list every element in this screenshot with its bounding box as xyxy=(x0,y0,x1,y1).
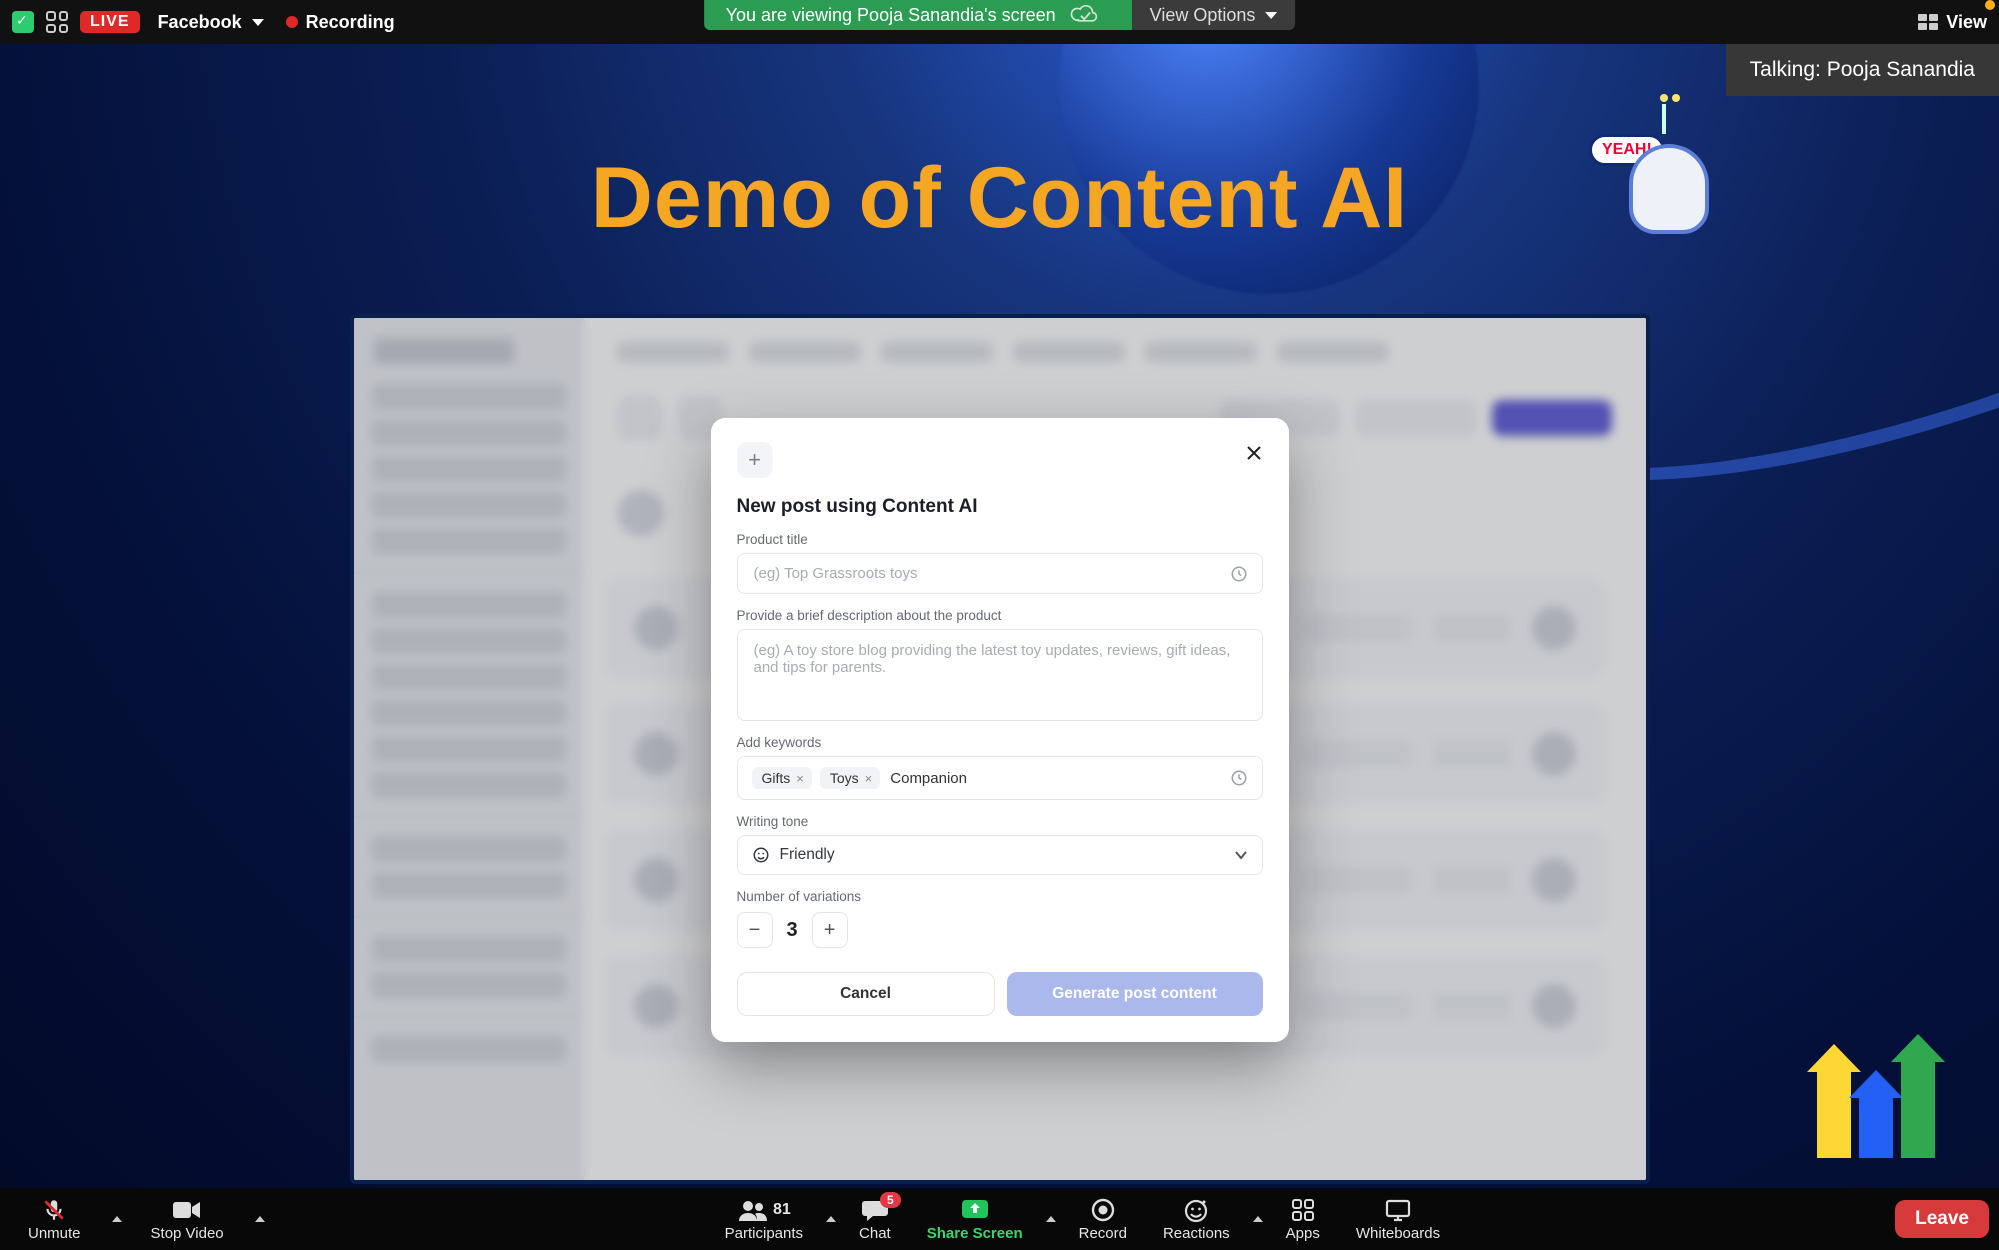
remove-tag-icon[interactable]: × xyxy=(796,771,804,786)
shared-app-window: + New post using Content AI Product titl… xyxy=(350,314,1650,1184)
recording-label: Recording xyxy=(306,12,395,33)
tone-label: Writing tone xyxy=(737,814,1263,829)
apps-grid-icon[interactable] xyxy=(46,11,68,33)
keyword-tag: Toys × xyxy=(820,767,880,789)
increment-button[interactable]: + xyxy=(812,912,848,948)
keywords-input[interactable] xyxy=(888,769,1221,788)
reactions-caret[interactable] xyxy=(1248,1188,1268,1250)
apps-button[interactable]: Apps xyxy=(1268,1188,1338,1250)
description-label: Provide a brief description about the pr… xyxy=(737,608,1263,623)
shared-screen-stage: Demo of Content AI YEAH! xyxy=(0,44,1999,1188)
whiteboard-icon xyxy=(1384,1197,1412,1223)
view-layout-button[interactable]: View xyxy=(1918,12,1987,33)
description-textarea[interactable] xyxy=(752,640,1248,678)
chevron-down-icon xyxy=(1265,12,1277,19)
mic-muted-icon xyxy=(41,1197,67,1223)
tone-value: Friendly xyxy=(780,846,835,864)
decor-robot: YEAH! xyxy=(1599,94,1739,244)
share-screen-icon xyxy=(960,1197,990,1223)
meeting-toolbar: Unmute Stop Video 81 Participants Chat xyxy=(0,1188,1999,1250)
meeting-topbar: LIVE Facebook Recording You are viewing … xyxy=(0,0,1999,44)
video-icon xyxy=(172,1197,202,1223)
remove-tag-icon[interactable]: × xyxy=(865,771,873,786)
chevron-down-icon xyxy=(1234,848,1248,862)
cloud-check-icon xyxy=(1070,5,1100,25)
variations-stepper: − 3 + xyxy=(737,912,1263,948)
apps-icon xyxy=(1291,1197,1315,1223)
product-title-label: Product title xyxy=(737,532,1263,547)
modal-heading: New post using Content AI xyxy=(737,496,1263,518)
gallery-view-icon xyxy=(1918,14,1938,30)
screen-share-banner: You are viewing Pooja Sanandia's screen … xyxy=(704,0,1296,30)
chevron-down-icon xyxy=(252,19,264,26)
record-button[interactable]: Record xyxy=(1061,1188,1145,1250)
participants-count: 81 xyxy=(773,1201,791,1219)
variations-label: Number of variations xyxy=(737,889,1263,904)
product-title-input[interactable] xyxy=(752,564,1222,583)
keywords-label: Add keywords xyxy=(737,735,1263,750)
keywords-field[interactable]: Gifts × Toys × xyxy=(737,756,1263,800)
modal-close-button[interactable] xyxy=(1239,438,1269,468)
decrement-button[interactable]: − xyxy=(737,912,773,948)
smile-icon xyxy=(752,846,770,864)
stop-video-button[interactable]: Stop Video xyxy=(133,1188,242,1250)
close-icon xyxy=(1246,445,1262,461)
stream-source-dropdown[interactable]: Facebook xyxy=(158,12,264,33)
active-speaker-overlay: Talking: Pooja Sanandia xyxy=(1726,44,1999,96)
decor-arrows xyxy=(1813,1058,1939,1158)
variations-value: 3 xyxy=(787,919,798,942)
unmute-button[interactable]: Unmute xyxy=(10,1188,99,1250)
cancel-button[interactable]: Cancel xyxy=(737,972,995,1016)
participants-caret[interactable] xyxy=(821,1188,841,1250)
leave-button[interactable]: Leave xyxy=(1895,1200,1989,1238)
description-field[interactable] xyxy=(737,629,1263,721)
view-options-dropdown[interactable]: View Options xyxy=(1132,0,1296,30)
notification-dot-icon xyxy=(1985,0,1995,10)
generate-button[interactable]: Generate post content xyxy=(1007,972,1263,1016)
chat-button[interactable]: Chat 5 xyxy=(841,1188,909,1250)
live-badge: LIVE xyxy=(80,11,140,33)
recording-indicator[interactable]: Recording xyxy=(286,12,395,33)
banner-viewing-text: You are viewing Pooja Sanandia's screen xyxy=(704,0,1132,30)
product-title-field[interactable] xyxy=(737,553,1263,594)
history-icon[interactable] xyxy=(1230,565,1248,583)
share-options-caret[interactable] xyxy=(1041,1188,1061,1250)
record-dot-icon xyxy=(286,16,298,28)
history-icon[interactable] xyxy=(1230,769,1248,787)
share-screen-button[interactable]: Share Screen xyxy=(909,1188,1041,1250)
plus-icon: + xyxy=(737,442,773,478)
slide-title: Demo of Content AI xyxy=(591,149,1408,248)
reactions-button[interactable]: Reactions xyxy=(1145,1188,1248,1250)
record-icon xyxy=(1091,1197,1115,1223)
stream-source-label: Facebook xyxy=(158,12,242,33)
tone-select[interactable]: Friendly xyxy=(737,835,1263,875)
encryption-shield-icon[interactable] xyxy=(12,11,34,33)
keyword-tag: Gifts × xyxy=(752,767,812,789)
participants-button[interactable]: 81 Participants xyxy=(707,1188,821,1250)
content-ai-modal: + New post using Content AI Product titl… xyxy=(711,418,1289,1042)
participants-icon: 81 xyxy=(737,1197,791,1223)
app-sidebar xyxy=(354,318,584,1180)
video-options-caret[interactable] xyxy=(250,1188,270,1250)
chat-unread-badge: 5 xyxy=(880,1192,901,1208)
audio-options-caret[interactable] xyxy=(107,1188,127,1250)
whiteboards-button[interactable]: Whiteboards xyxy=(1338,1188,1458,1250)
reactions-icon xyxy=(1183,1197,1209,1223)
